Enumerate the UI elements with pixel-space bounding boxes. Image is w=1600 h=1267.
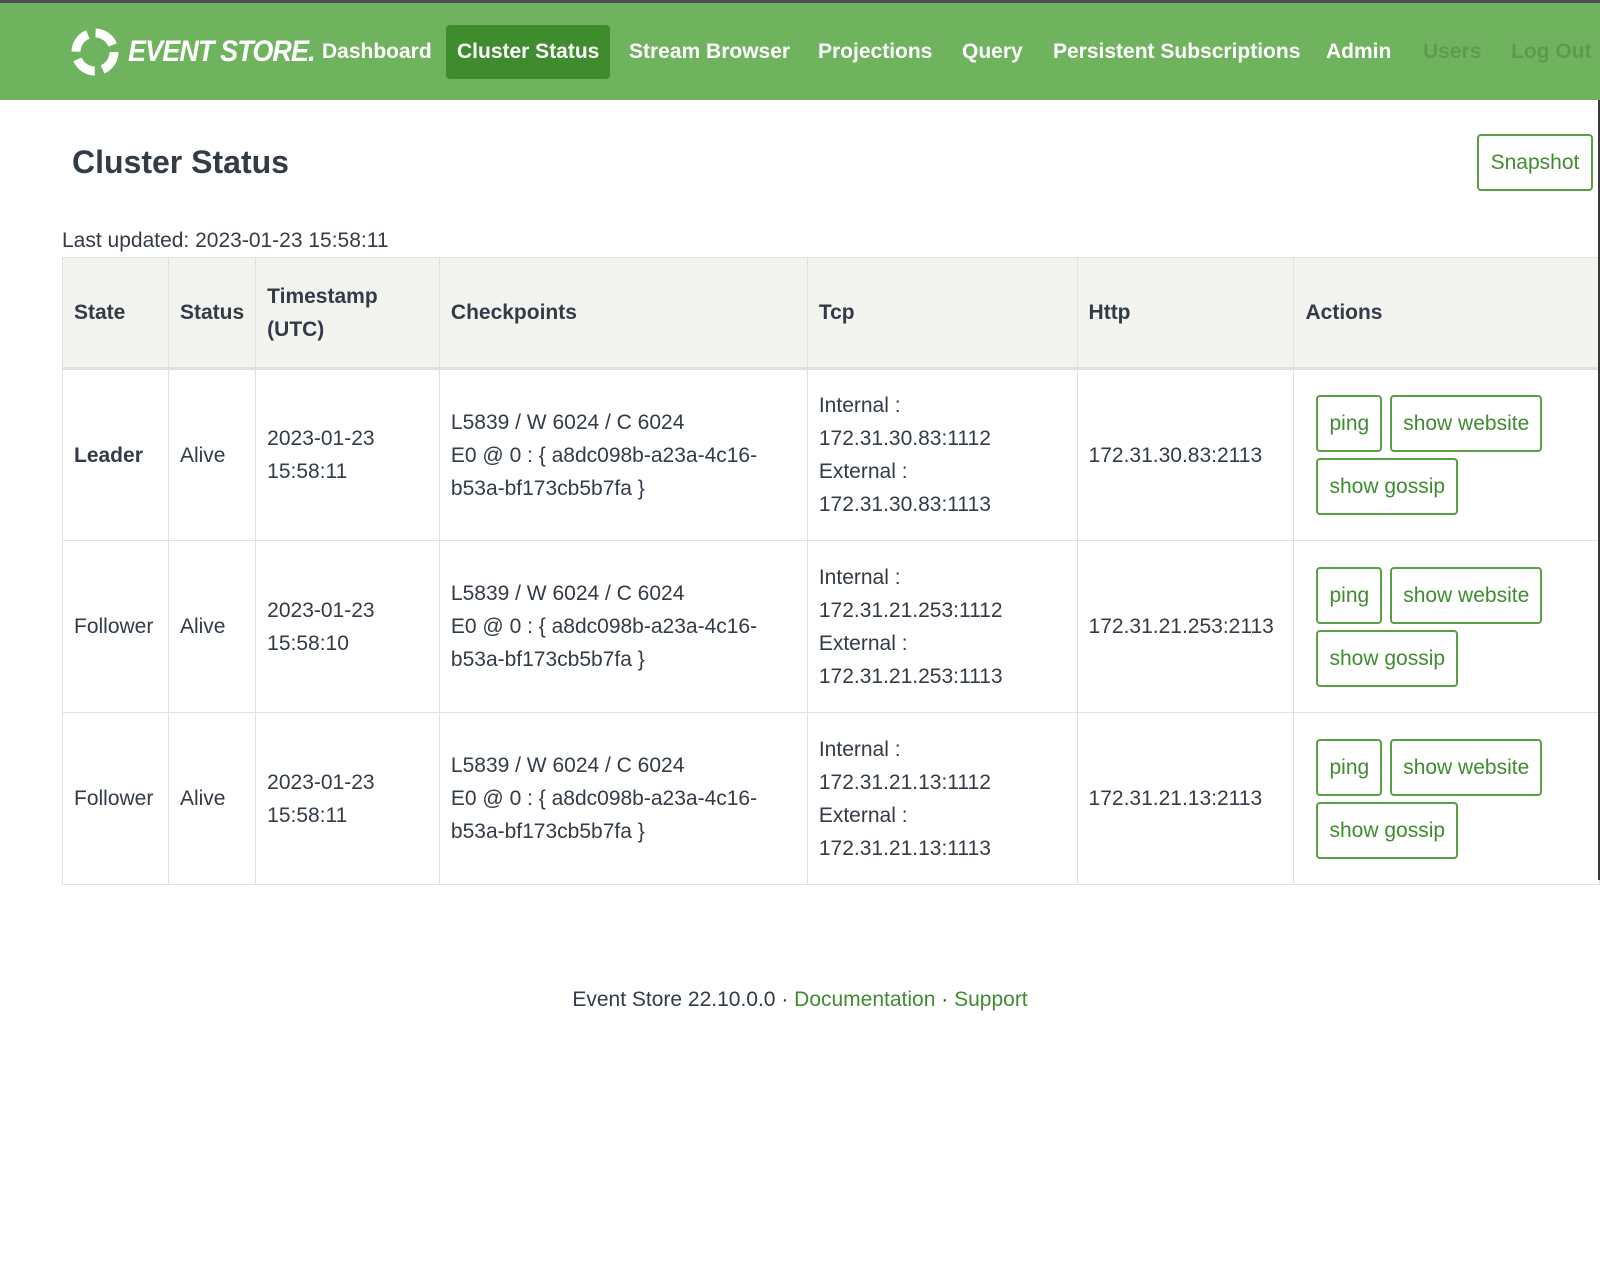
main-nav: Dashboard Cluster Status Stream Browser … <box>0 3 1600 103</box>
checkpoint-line: E0 @ 0 : { a8dc098b-a23a-4c16- <box>450 443 758 467</box>
tcp-external-label: External : <box>818 460 908 483</box>
node-status: Alive <box>167 368 257 541</box>
header-timestamp-unit: (UTC) <box>267 317 325 341</box>
nav-stream-browser[interactable]: Stream Browser <box>618 25 801 79</box>
show-website-button[interactable]: show website <box>1390 566 1543 624</box>
node-tcp: Internal : 172.31.30.83:1112 External : 172… <box>806 368 1078 541</box>
header-state: State <box>62 257 169 370</box>
node-http: 172.31.21.13:2113 <box>1076 712 1295 885</box>
table-row: Follower Alive 2023-01-23 15:58:11 L5839 … <box>62 712 1600 885</box>
node-http: 172.31.21.253:2113 <box>1076 540 1295 713</box>
tcp-internal-label: Internal : <box>818 737 901 761</box>
node-tcp: Internal : 172.31.21.13:1112 External : 172… <box>806 712 1078 885</box>
header-tcp: Tcp <box>806 257 1078 370</box>
header-checkpoints: Checkpoints <box>438 257 808 370</box>
footer-version: Event Store 22.10.0.0 <box>572 988 776 1011</box>
timestamp-date: 2023-01-23 <box>267 770 375 794</box>
timestamp-time: 15:58:11 <box>267 460 348 483</box>
tcp-internal-label: Internal : <box>818 394 901 417</box>
node-checkpoints: L5839 / W 6024 / C 6024 E0 @ 0 : { a8dc09… <box>438 368 808 541</box>
checkpoint-line: b53a-bf173cb5b7fa } <box>450 476 645 500</box>
documentation-link[interactable]: Documentation <box>794 988 935 1011</box>
footer: Event Store 22.10.0.0 · Documentation · … <box>0 988 1600 1012</box>
ping-button[interactable]: ping <box>1316 738 1383 796</box>
node-checkpoints: L5839 / W 6024 / C 6024 E0 @ 0 : { a8dc09… <box>438 712 808 885</box>
tcp-external-address: 172.31.21.13:1113 <box>818 836 991 860</box>
header-actions: Actions <box>1293 257 1600 370</box>
nav-query[interactable]: Query <box>951 25 1034 79</box>
footer-separator: · <box>781 988 789 1011</box>
top-navbar: EVENT STORE. Dashboard Cluster Status St… <box>0 0 1600 100</box>
header-http: Http <box>1076 257 1295 370</box>
tcp-internal-address: 172.31.21.13:1112 <box>818 770 991 794</box>
node-state: Leader <box>62 368 169 541</box>
nav-log-out[interactable]: Log Out <box>1500 25 1600 79</box>
header-timestamp: Timestamp (UTC) <box>255 257 440 370</box>
table-row: Follower Alive 2023-01-23 15:58:10 L5839 … <box>62 540 1600 713</box>
node-state: Follower <box>62 540 169 713</box>
support-link[interactable]: Support <box>954 988 1028 1011</box>
page-title: Cluster Status <box>72 144 289 180</box>
checkpoint-line: b53a-bf173cb5b7fa } <box>450 820 645 843</box>
node-timestamp: 2023-01-23 15:58:11 <box>255 712 440 885</box>
checkpoint-line: L5839 / W 6024 / C 6024 <box>450 754 685 777</box>
tcp-internal-label: Internal : <box>818 565 901 589</box>
checkpoint-line: L5839 / W 6024 / C 6024 <box>450 582 685 605</box>
ping-button[interactable]: ping <box>1316 566 1383 624</box>
header-status: Status <box>167 257 257 370</box>
footer-separator: · <box>941 988 949 1011</box>
timestamp-time: 15:58:11 <box>267 803 348 827</box>
tcp-internal-address: 172.31.30.83:1112 <box>818 427 991 450</box>
node-tcp: Internal : 172.31.21.253:1112 External : 17… <box>806 540 1078 713</box>
show-gossip-button[interactable]: show gossip <box>1316 458 1459 515</box>
tcp-external-address: 172.31.30.83:1113 <box>818 493 991 516</box>
table-header-row: State Status Timestamp (UTC) Checkpoints … <box>62 257 1600 370</box>
node-state: Follower <box>62 712 169 885</box>
show-website-button[interactable]: show website <box>1390 738 1543 796</box>
show-website-button[interactable]: show website <box>1390 395 1543 452</box>
timestamp-date: 2023-01-23 <box>267 427 375 450</box>
nav-persistent-subscriptions[interactable]: Persistent Subscriptions <box>1042 25 1311 79</box>
tcp-external-address: 172.31.21.253:1113 <box>818 664 1003 688</box>
last-updated-text: Last updated: 2023-01-23 15:58:11 <box>62 229 389 252</box>
tcp-internal-address: 172.31.21.253:1112 <box>818 598 1003 622</box>
node-actions: ping show website show gossip <box>1293 712 1600 885</box>
header-timestamp-label: Timestamp <box>267 284 378 308</box>
checkpoint-line: E0 @ 0 : { a8dc098b-a23a-4c16- <box>450 615 758 638</box>
node-timestamp: 2023-01-23 15:58:11 <box>255 368 440 541</box>
tcp-external-label: External : <box>818 631 908 655</box>
table-row: Leader Alive 2023-01-23 15:58:11 L5839 / … <box>62 368 1600 541</box>
ping-button[interactable]: ping <box>1316 395 1383 452</box>
nav-dashboard[interactable]: Dashboard <box>311 25 443 79</box>
node-status: Alive <box>167 712 257 885</box>
show-gossip-button[interactable]: show gossip <box>1316 629 1459 687</box>
node-actions: ping show website show gossip <box>1293 540 1600 713</box>
checkpoint-line: b53a-bf173cb5b7fa } <box>450 648 645 671</box>
tcp-external-label: External : <box>818 803 908 827</box>
checkpoint-line: E0 @ 0 : { a8dc098b-a23a-4c16- <box>450 787 758 810</box>
node-actions: ping show website show gossip <box>1293 368 1600 541</box>
timestamp-date: 2023-01-23 <box>267 598 375 622</box>
node-timestamp: 2023-01-23 15:58:10 <box>255 540 440 713</box>
nav-admin[interactable]: Admin <box>1315 25 1402 79</box>
node-checkpoints: L5839 / W 6024 / C 6024 E0 @ 0 : { a8dc09… <box>438 540 808 713</box>
nav-cluster-status[interactable]: Cluster Status <box>446 25 611 79</box>
timestamp-time: 15:58:10 <box>267 631 349 655</box>
cluster-status-table: State Status Timestamp (UTC) Checkpoints … <box>62 257 1600 885</box>
nav-projections[interactable]: Projections <box>807 25 943 79</box>
snapshot-button[interactable]: Snapshot <box>1477 134 1593 191</box>
checkpoint-line: L5839 / W 6024 / C 6024 <box>450 410 685 434</box>
node-status: Alive <box>167 540 257 713</box>
node-http: 172.31.30.83:2113 <box>1076 368 1295 541</box>
nav-users[interactable]: Users <box>1412 25 1492 79</box>
show-gossip-button[interactable]: show gossip <box>1316 801 1459 859</box>
